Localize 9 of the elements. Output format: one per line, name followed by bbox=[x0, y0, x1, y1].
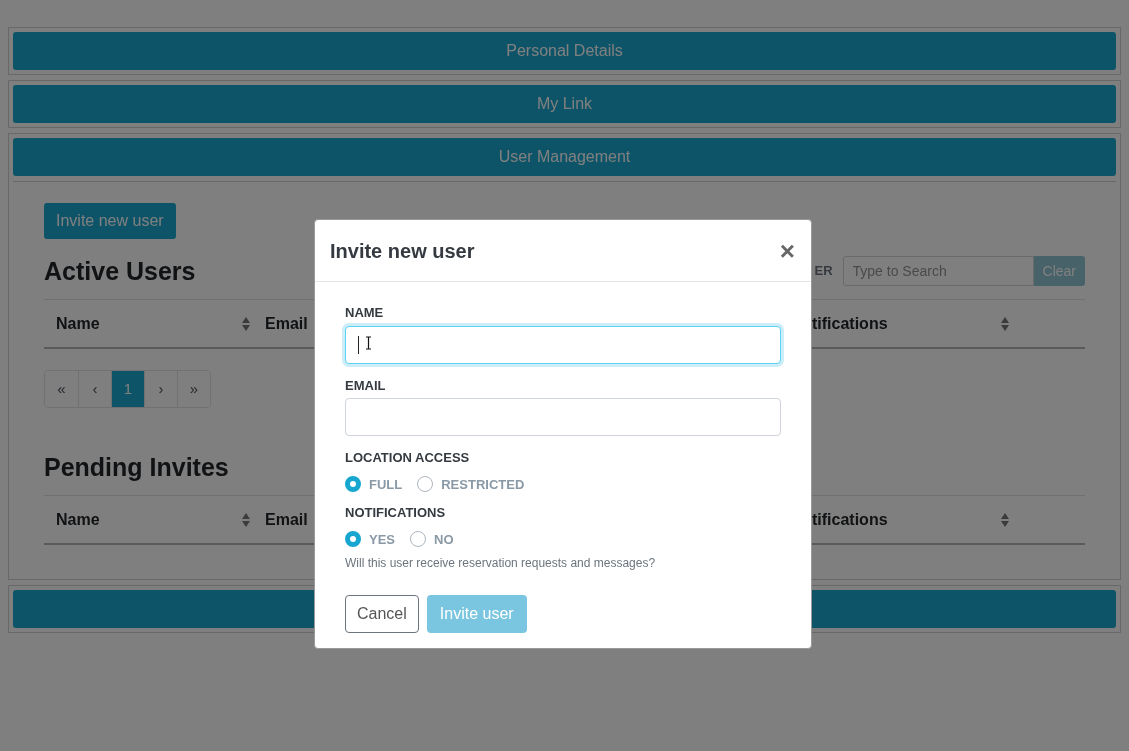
section-heading: Active Users bbox=[44, 256, 196, 286]
help-text: Will this user receive reservation requests and messages? bbox=[345, 555, 657, 572]
modal-title: Invite new user bbox=[330, 238, 475, 264]
field-label: NAME bbox=[345, 304, 385, 322]
filter-label: ER bbox=[814, 262, 833, 281]
group-label: LOCATION ACCESS bbox=[345, 449, 471, 467]
field-label: EMAIL bbox=[345, 376, 387, 395]
group-label: NOTIFICATIONS bbox=[345, 504, 447, 522]
section-heading: Pending Invites bbox=[44, 452, 229, 482]
